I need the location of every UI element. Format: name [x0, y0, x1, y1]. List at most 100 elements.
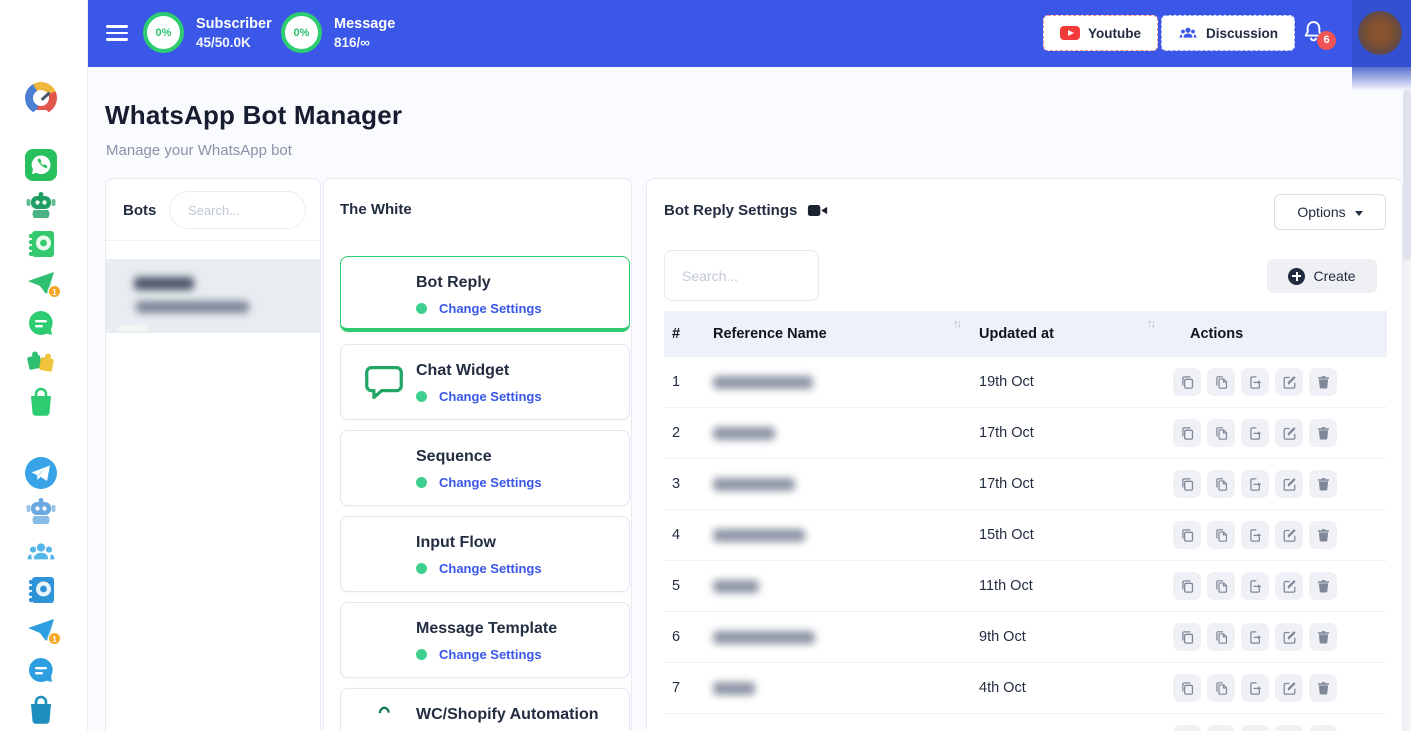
edit-button[interactable]	[1275, 470, 1303, 498]
shopify-icon	[361, 704, 407, 731]
whatsapp-chat-icon[interactable]	[25, 307, 57, 339]
copy-button[interactable]	[1207, 521, 1235, 549]
telegram-icon[interactable]	[25, 457, 57, 489]
delete-button[interactable]	[1309, 521, 1337, 549]
bot-list-item-selected[interactable]	[106, 259, 320, 333]
notifications-bell-icon[interactable]: 6	[1300, 18, 1334, 50]
telegram-group-icon[interactable]	[25, 536, 57, 568]
bots-search-input[interactable]	[169, 191, 306, 229]
delete-button[interactable]	[1309, 572, 1337, 600]
status-dot	[416, 477, 427, 488]
telegram-bot-icon[interactable]	[25, 496, 57, 528]
delete-button[interactable]	[1309, 623, 1337, 651]
whatsapp-bot-icon[interactable]	[25, 190, 57, 222]
menu-card-chat-widget[interactable]: Chat Widget Change Settings	[340, 344, 630, 420]
whatsapp-contacts-icon[interactable]	[25, 228, 57, 260]
duplicate-button[interactable]	[1173, 521, 1201, 549]
export-button[interactable]	[1241, 623, 1269, 651]
duplicate-button[interactable]	[1173, 674, 1201, 702]
edit-button[interactable]	[1275, 419, 1303, 447]
telegram-chat-icon[interactable]	[25, 654, 57, 686]
updated-at-value: 15th Oct	[979, 510, 1034, 561]
sort-icon[interactable]: ↑↓	[953, 318, 960, 330]
dashboard-gauge-icon[interactable]	[25, 82, 57, 114]
youtube-icon	[1060, 26, 1080, 40]
plus-circle-icon	[1288, 268, 1305, 285]
bots-list-panel: Bots	[105, 178, 321, 731]
menu-card-wc-shopify-automation[interactable]: WC/Shopify Automation Change Settings	[340, 688, 630, 731]
bots-panel-title: Bots	[123, 202, 156, 219]
table-row: 1 19th Oct	[664, 357, 1387, 408]
export-button[interactable]	[1241, 725, 1269, 731]
delete-button[interactable]	[1309, 419, 1337, 447]
whatsapp-store-icon[interactable]	[25, 386, 57, 418]
menu-card-sequence[interactable]: Sequence Change Settings	[340, 430, 630, 506]
scrollbar-thumb[interactable]	[1403, 90, 1411, 260]
copy-button[interactable]	[1207, 623, 1235, 651]
discussion-button[interactable]: Discussion	[1161, 15, 1295, 51]
change-settings-link[interactable]: Change Settings	[439, 475, 542, 490]
copy-button[interactable]	[1207, 725, 1235, 731]
integrations-puzzle-icon[interactable]	[25, 346, 57, 378]
create-button[interactable]: Create	[1267, 259, 1377, 293]
discussion-button-label: Discussion	[1206, 26, 1278, 41]
change-settings-link[interactable]: Change Settings	[439, 301, 542, 316]
menu-card-bot-reply[interactable]: Bot Reply Change Settings	[340, 256, 630, 332]
edit-button[interactable]	[1275, 521, 1303, 549]
copy-button[interactable]	[1207, 470, 1235, 498]
menu-card-input-flow[interactable]: Input Flow Change Settings	[340, 516, 630, 592]
export-button[interactable]	[1241, 521, 1269, 549]
edit-button[interactable]	[1275, 725, 1303, 731]
col-header-updated-at[interactable]: Updated at	[979, 311, 1054, 357]
youtube-button-label: Youtube	[1088, 26, 1141, 41]
whatsapp-broadcast-icon[interactable]: 1	[25, 267, 57, 299]
duplicate-button[interactable]	[1173, 725, 1201, 731]
message-progress-ring: 0%	[281, 12, 322, 53]
status-dot	[416, 649, 427, 660]
duplicate-button[interactable]	[1173, 419, 1201, 447]
telegram-broadcast-icon[interactable]: 1	[25, 614, 57, 646]
delete-button[interactable]	[1309, 470, 1337, 498]
edit-button[interactable]	[1275, 674, 1303, 702]
menu-card-message-template[interactable]: Message Template Change Settings	[340, 602, 630, 678]
reference-name-redacted	[713, 376, 813, 389]
delete-button[interactable]	[1309, 674, 1337, 702]
duplicate-button[interactable]	[1173, 470, 1201, 498]
table-row: 6 9th Oct	[664, 612, 1387, 663]
change-settings-link[interactable]: Change Settings	[439, 561, 542, 576]
table-header-row: # Reference Name ↑↓ Updated at ↑↓ Action…	[664, 311, 1387, 357]
export-button[interactable]	[1241, 674, 1269, 702]
export-button[interactable]	[1241, 572, 1269, 600]
delete-button[interactable]	[1309, 368, 1337, 396]
col-header-actions: Actions	[1190, 311, 1243, 357]
edit-button[interactable]	[1275, 572, 1303, 600]
whatsapp-icon[interactable]	[25, 149, 57, 181]
delete-button[interactable]	[1309, 725, 1337, 731]
duplicate-button[interactable]	[1173, 368, 1201, 396]
copy-button[interactable]	[1207, 368, 1235, 396]
telegram-store-icon[interactable]	[25, 694, 57, 726]
youtube-button[interactable]: Youtube	[1043, 15, 1158, 51]
duplicate-button[interactable]	[1173, 623, 1201, 651]
copy-button[interactable]	[1207, 674, 1235, 702]
export-button[interactable]	[1241, 419, 1269, 447]
app-rail-sidebar: 1 1	[0, 0, 88, 731]
menu-toggle-icon[interactable]	[106, 25, 128, 41]
edit-button[interactable]	[1275, 623, 1303, 651]
copy-button[interactable]	[1207, 572, 1235, 600]
export-button[interactable]	[1241, 470, 1269, 498]
video-tutorial-icon[interactable]	[807, 202, 829, 219]
copy-button[interactable]	[1207, 419, 1235, 447]
user-avatar[interactable]	[1358, 11, 1402, 55]
updated-at-value: 17th Oct	[979, 459, 1034, 510]
options-dropdown-button[interactable]: Options	[1274, 194, 1386, 230]
col-header-reference-name[interactable]: Reference Name	[713, 311, 827, 357]
duplicate-button[interactable]	[1173, 572, 1201, 600]
table-search-input[interactable]	[664, 250, 819, 301]
telegram-contacts-icon[interactable]	[25, 574, 57, 606]
sort-icon[interactable]: ↑↓	[1147, 318, 1154, 330]
export-button[interactable]	[1241, 368, 1269, 396]
edit-button[interactable]	[1275, 368, 1303, 396]
change-settings-link[interactable]: Change Settings	[439, 389, 542, 404]
change-settings-link[interactable]: Change Settings	[439, 647, 542, 662]
